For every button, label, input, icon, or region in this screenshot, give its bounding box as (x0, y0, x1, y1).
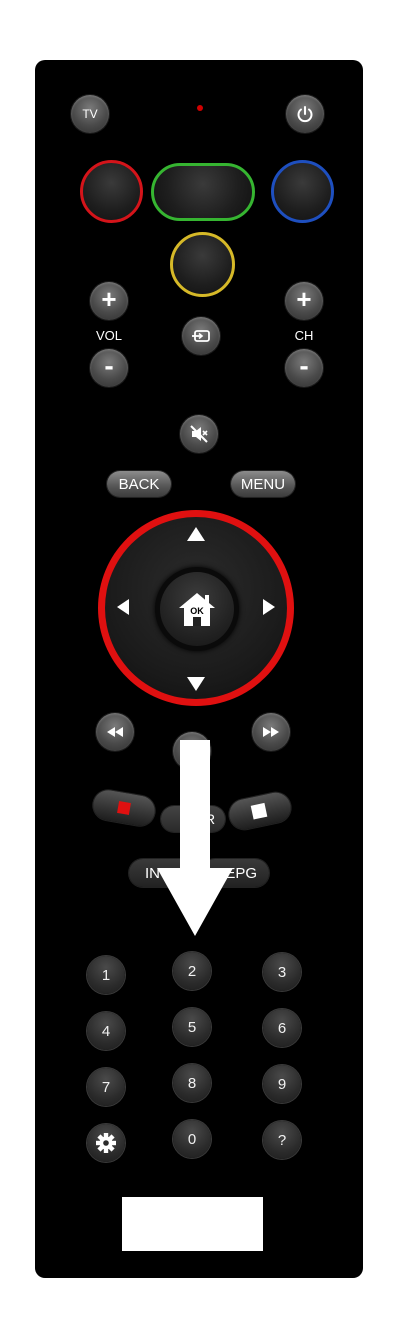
yellow-button[interactable] (170, 232, 235, 297)
ch-label: CH (294, 328, 314, 343)
record-button[interactable] (90, 787, 158, 829)
channel-up-button[interactable]: + (285, 282, 323, 320)
number-1-label: 1 (101, 966, 111, 984)
power-icon (297, 106, 313, 123)
input-source-icon (192, 330, 210, 342)
back-label: BACK (118, 475, 160, 493)
arrow-left-icon[interactable] (117, 599, 129, 615)
stop-button[interactable] (226, 789, 294, 833)
number-4-label: 4 (101, 1022, 111, 1040)
plus-label: + (296, 284, 312, 314)
number-5-label: 5 (187, 1018, 197, 1036)
rewind-button[interactable] (96, 713, 134, 751)
blue-button[interactable] (271, 160, 334, 223)
number-7-label: 7 (101, 1078, 111, 1096)
stop-icon (250, 802, 268, 820)
number-6-button[interactable]: 6 (263, 1009, 301, 1047)
swipe-down-arrow-icon (157, 740, 233, 936)
arrow-up-icon[interactable] (187, 527, 205, 541)
remote-control-body: TV + VOL - + CH - BACK MENU OK IN EPG 1 … (35, 60, 363, 1278)
ok-button[interactable]: OK (160, 572, 234, 646)
led-indicator (197, 105, 203, 111)
volume-up-button[interactable]: + (90, 282, 128, 320)
number-8-label: 8 (187, 1074, 197, 1092)
minus-label: - (299, 350, 309, 381)
number-2-label: 2 (187, 962, 197, 980)
number-4-button[interactable]: 4 (87, 1012, 125, 1050)
number-8-button[interactable]: 8 (173, 1064, 211, 1102)
help-label: ? (277, 1131, 287, 1149)
ok-label: OK (190, 606, 204, 616)
green-button[interactable] (151, 163, 255, 221)
power-button[interactable] (286, 95, 324, 133)
number-2-button[interactable]: 2 (173, 952, 211, 990)
number-0-label: 0 (187, 1130, 197, 1148)
menu-label: MENU (240, 475, 286, 493)
red-button[interactable] (80, 160, 143, 223)
number-3-label: 3 (277, 963, 287, 981)
tv-label: TV (82, 107, 98, 121)
mute-button[interactable] (180, 415, 218, 453)
vol-label: VOL (95, 328, 122, 343)
back-button[interactable]: BACK (107, 471, 171, 497)
input-source-button[interactable] (182, 317, 220, 355)
number-3-button[interactable]: 3 (263, 953, 301, 991)
number-9-button[interactable]: 9 (263, 1065, 301, 1103)
plus-label: + (101, 284, 117, 314)
minus-label: - (104, 350, 114, 381)
fast-forward-button[interactable] (252, 713, 290, 751)
menu-button[interactable]: MENU (231, 471, 295, 497)
tv-button[interactable]: TV (71, 95, 109, 133)
volume-down-button[interactable]: - (90, 349, 128, 387)
record-icon (117, 801, 131, 815)
number-1-button[interactable]: 1 (87, 956, 125, 994)
help-button[interactable]: ? (263, 1121, 301, 1159)
settings-button[interactable] (87, 1124, 125, 1162)
channel-down-button[interactable]: - (285, 349, 323, 387)
rewind-icon (107, 727, 123, 737)
number-5-button[interactable]: 5 (173, 1008, 211, 1046)
settings-gear-icon (96, 1133, 116, 1153)
mute-icon (190, 425, 208, 443)
number-7-button[interactable]: 7 (87, 1068, 125, 1106)
arrow-right-icon[interactable] (263, 599, 275, 615)
arrow-down-icon[interactable] (187, 677, 205, 691)
number-6-label: 6 (277, 1019, 287, 1037)
home-icon: OK (177, 591, 217, 627)
number-9-label: 9 (277, 1075, 287, 1093)
bottom-label-plate (122, 1197, 263, 1251)
fast-forward-icon (263, 727, 279, 737)
number-0-button[interactable]: 0 (173, 1120, 211, 1158)
